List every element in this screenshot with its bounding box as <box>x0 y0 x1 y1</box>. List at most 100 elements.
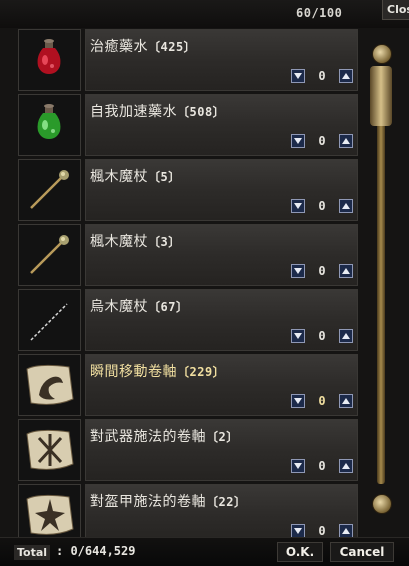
item-icon-slot <box>18 419 81 481</box>
scroll-up-knob[interactable] <box>372 44 392 64</box>
increase-button[interactable] <box>339 394 353 408</box>
triangle-down-icon <box>294 463 302 469</box>
quantity-stepper: 0 <box>291 394 353 410</box>
item-info-panel: 楓木魔杖〔3〕 0 <box>85 224 358 286</box>
triangle-up-icon <box>342 463 350 469</box>
scrollbar[interactable] <box>368 44 394 514</box>
list-item[interactable]: 治癒藥水〔425〕 0 <box>18 29 358 91</box>
triangle-down-icon <box>294 268 302 274</box>
item-name: 烏木魔杖 <box>90 299 148 315</box>
quantity-value: 0 <box>318 329 326 343</box>
quantity-stepper: 0 <box>291 199 353 215</box>
scroll-down-knob[interactable] <box>372 494 392 514</box>
list-item[interactable]: 楓木魔杖〔5〕 0 <box>18 159 358 221</box>
item-info-panel: 楓木魔杖〔5〕 0 <box>85 159 358 221</box>
triangle-up-icon <box>342 138 350 144</box>
decrease-button[interactable] <box>291 329 305 343</box>
triangle-up-icon <box>342 528 350 534</box>
increase-button[interactable] <box>339 329 353 343</box>
item-count: 〔229〕 <box>177 365 226 379</box>
quantity-value: 0 <box>318 394 326 408</box>
decrease-button[interactable] <box>291 199 305 213</box>
list-item[interactable]: 瞬間移動卷軸〔229〕 0 <box>18 354 358 416</box>
item-icon-slot <box>18 224 81 286</box>
title-bar: 60/100 Close <box>0 0 409 28</box>
ok-button[interactable]: O.K. <box>277 542 323 562</box>
total-label: Total <box>14 545 51 560</box>
item-info-panel: 對盔甲施法的卷軸〔22〕 0 <box>85 484 358 537</box>
decrease-button[interactable] <box>291 264 305 278</box>
decrease-button[interactable] <box>291 69 305 83</box>
quantity-value: 0 <box>318 199 326 213</box>
list-item[interactable]: 烏木魔杖〔67〕 0 <box>18 289 358 351</box>
item-count: 〔2〕 <box>206 430 239 444</box>
quantity-value: 0 <box>318 134 326 148</box>
item-name: 楓木魔杖 <box>90 234 148 250</box>
decrease-button[interactable] <box>291 134 305 148</box>
item-count: 〔22〕 <box>206 495 247 509</box>
item-icon-slot <box>18 94 81 156</box>
item-count: 〔508〕 <box>177 105 226 119</box>
triangle-up-icon <box>342 203 350 209</box>
item-select-window: 60/100 Close 治癒藥水〔425〕 <box>0 0 409 566</box>
maple-wand-icon <box>30 170 69 209</box>
list-item[interactable]: 自我加速藥水〔508〕 0 <box>18 94 358 156</box>
ebony-wand-icon <box>30 303 68 341</box>
enchant-armor-scroll-icon <box>26 494 74 535</box>
item-list: 治癒藥水〔425〕 0 自我加速藥水〔508〕 0 楓木魔杖〔5〕 0 楓木魔杖… <box>18 29 358 537</box>
quantity-value: 0 <box>318 264 326 278</box>
triangle-down-icon <box>294 333 302 339</box>
triangle-down-icon <box>294 528 302 534</box>
decrease-button[interactable] <box>291 394 305 408</box>
scrollbar-thumb[interactable] <box>370 66 392 126</box>
footer-bar: Total : 0/644,529 O.K. Cancel <box>0 537 409 566</box>
triangle-up-icon <box>342 268 350 274</box>
quantity-stepper: 0 <box>291 134 353 150</box>
total-value: : 0/644,529 <box>56 544 136 558</box>
close-button[interactable]: Close <box>382 0 409 20</box>
item-icon-slot <box>18 289 81 351</box>
item-icon-slot <box>18 354 81 416</box>
triangle-down-icon <box>294 138 302 144</box>
item-info-panel: 烏木魔杖〔67〕 0 <box>85 289 358 351</box>
item-icon-slot <box>18 159 81 221</box>
quantity-stepper: 0 <box>291 69 353 85</box>
item-info-panel: 瞬間移動卷軸〔229〕 0 <box>85 354 358 416</box>
increase-button[interactable] <box>339 264 353 278</box>
list-item[interactable]: 對武器施法的卷軸〔2〕 0 <box>18 419 358 481</box>
item-info-panel: 自我加速藥水〔508〕 0 <box>85 94 358 156</box>
increase-button[interactable] <box>339 134 353 148</box>
quantity-stepper: 0 <box>291 329 353 345</box>
triangle-down-icon <box>294 203 302 209</box>
scrollbar-rail <box>377 74 385 484</box>
list-item[interactable]: 對盔甲施法的卷軸〔22〕 0 <box>18 484 358 537</box>
increase-button[interactable] <box>339 69 353 83</box>
quantity-value: 0 <box>318 69 326 83</box>
item-info-panel: 治癒藥水〔425〕 0 <box>85 29 358 91</box>
teleport-scroll-icon <box>26 364 74 405</box>
cancel-button[interactable]: Cancel <box>330 542 394 562</box>
increase-button[interactable] <box>339 524 353 537</box>
increase-button[interactable] <box>339 459 353 473</box>
triangle-up-icon <box>342 398 350 404</box>
item-icon-slot <box>18 484 81 537</box>
decrease-button[interactable] <box>291 524 305 537</box>
quantity-value: 0 <box>318 524 326 537</box>
decrease-button[interactable] <box>291 459 305 473</box>
item-count: 〔67〕 <box>148 300 189 314</box>
triangle-up-icon <box>342 333 350 339</box>
increase-button[interactable] <box>339 199 353 213</box>
item-name: 瞬間移動卷軸 <box>90 364 177 380</box>
quantity-value: 0 <box>318 459 326 473</box>
triangle-up-icon <box>342 73 350 79</box>
inventory-capacity: 60/100 <box>296 6 343 20</box>
quantity-stepper: 0 <box>291 459 353 475</box>
item-name: 自我加速藥水 <box>90 104 177 120</box>
green-potion-icon <box>37 104 61 139</box>
triangle-down-icon <box>294 73 302 79</box>
list-item[interactable]: 楓木魔杖〔3〕 0 <box>18 224 358 286</box>
item-count: 〔3〕 <box>148 235 181 249</box>
enchant-weapon-scroll-icon <box>26 429 74 470</box>
red-potion-icon <box>37 39 61 74</box>
item-name: 對武器施法的卷軸 <box>90 429 206 445</box>
